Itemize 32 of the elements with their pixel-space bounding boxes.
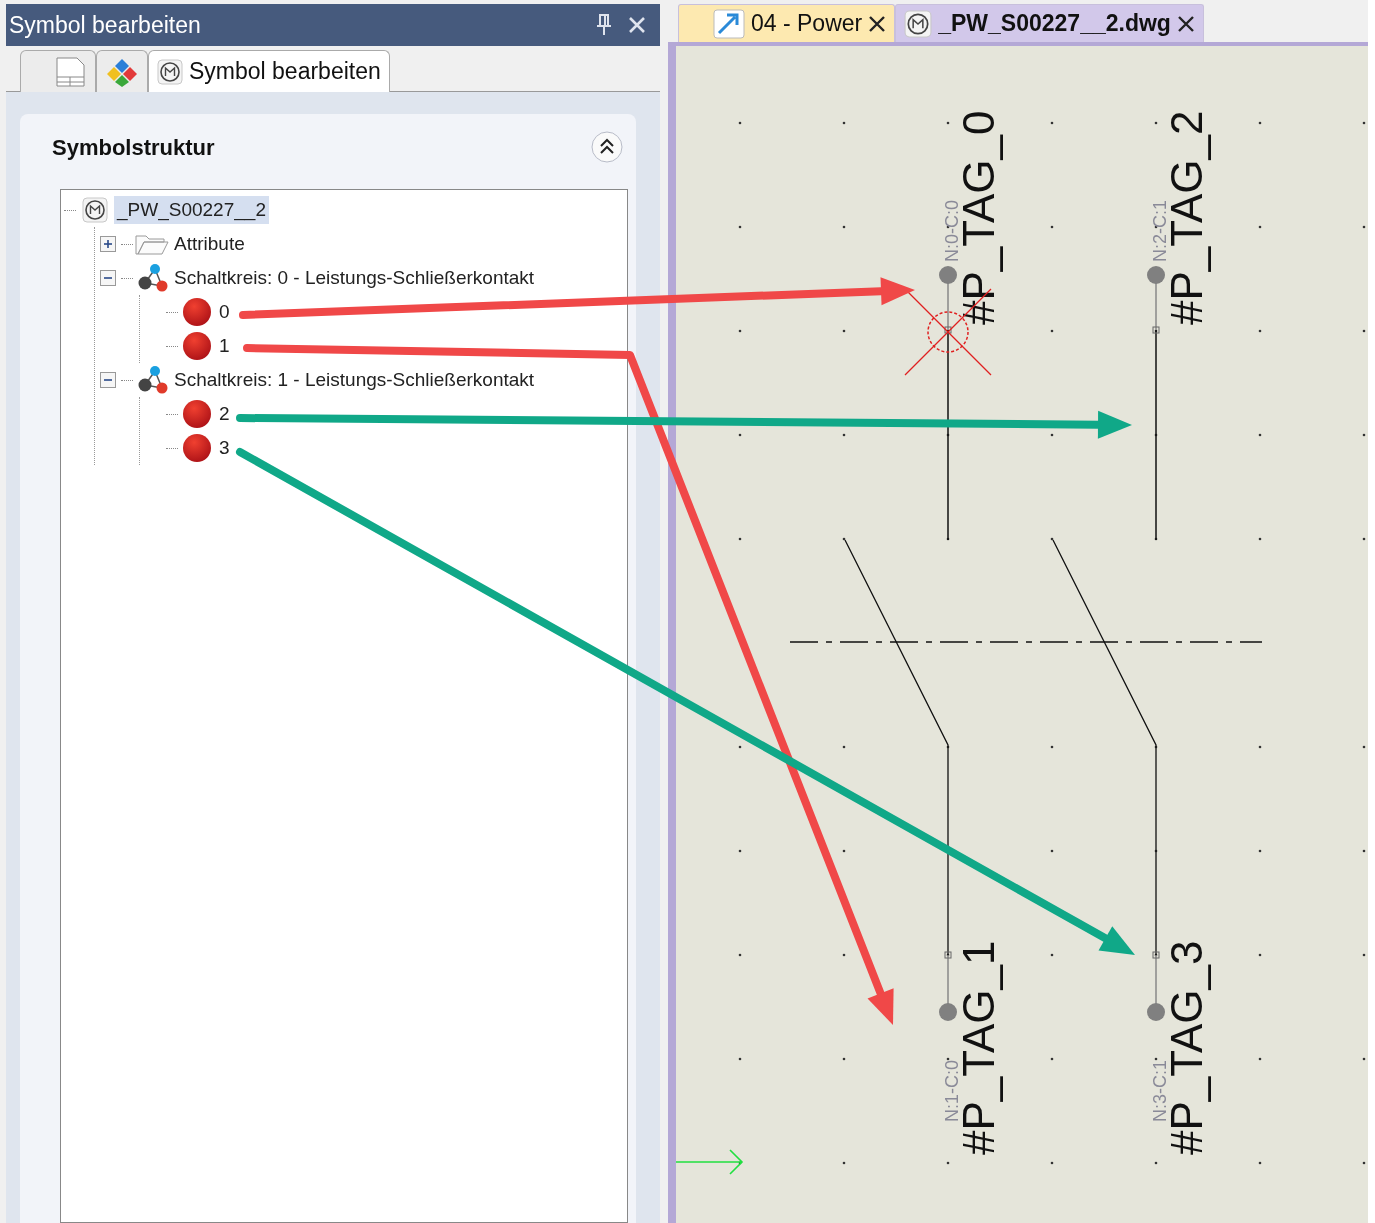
ball-icon bbox=[182, 331, 212, 361]
tree-item[interactable]: 3 bbox=[216, 433, 233, 463]
ball-icon bbox=[182, 433, 212, 463]
section-title: Symbolstruktur bbox=[52, 133, 215, 162]
tree-item[interactable]: 2 bbox=[216, 399, 233, 429]
collapse-icon[interactable] bbox=[590, 130, 624, 164]
origin-arrow-icon bbox=[676, 1149, 744, 1175]
tree-item[interactable]: 1 bbox=[216, 331, 233, 361]
pencil-icon bbox=[713, 8, 745, 39]
symbol-icon bbox=[82, 197, 108, 223]
panel-tab[interactable]: Symbol bearbeiten bbox=[148, 50, 390, 92]
tree-item[interactable]: _PW_S00227__2 bbox=[114, 195, 269, 225]
symbol-icon bbox=[157, 58, 183, 85]
tree-item[interactable]: Schaltkreis: 1 - Leistungs-Schließerkontakt bbox=[171, 365, 538, 395]
panel-tab[interactable] bbox=[96, 50, 148, 92]
splitter-bar[interactable] bbox=[660, 0, 668, 1223]
document-tab[interactable]: 04 - Power bbox=[678, 4, 896, 42]
ball-icon bbox=[182, 297, 212, 327]
tree-item[interactable]: 0 bbox=[216, 297, 233, 327]
panel-title: Symbol bearbeiten bbox=[9, 10, 201, 40]
document-tab[interactable]: _PW_S00227__2.dwg bbox=[895, 4, 1204, 42]
pin-icon[interactable] bbox=[596, 14, 612, 36]
close-icon[interactable] bbox=[1176, 14, 1195, 33]
tree-item[interactable]: Schaltkreis: 0 - Leistungs-Schließerkontakt bbox=[171, 263, 538, 293]
page-icon bbox=[53, 55, 87, 88]
folder-icon bbox=[134, 232, 170, 256]
tree-item[interactable]: Attribute bbox=[171, 229, 248, 259]
close-icon[interactable] bbox=[868, 14, 887, 33]
colors-icon bbox=[105, 56, 139, 87]
expand-icon[interactable] bbox=[100, 236, 116, 252]
ball-icon bbox=[182, 399, 212, 429]
symbol-icon bbox=[904, 9, 933, 38]
